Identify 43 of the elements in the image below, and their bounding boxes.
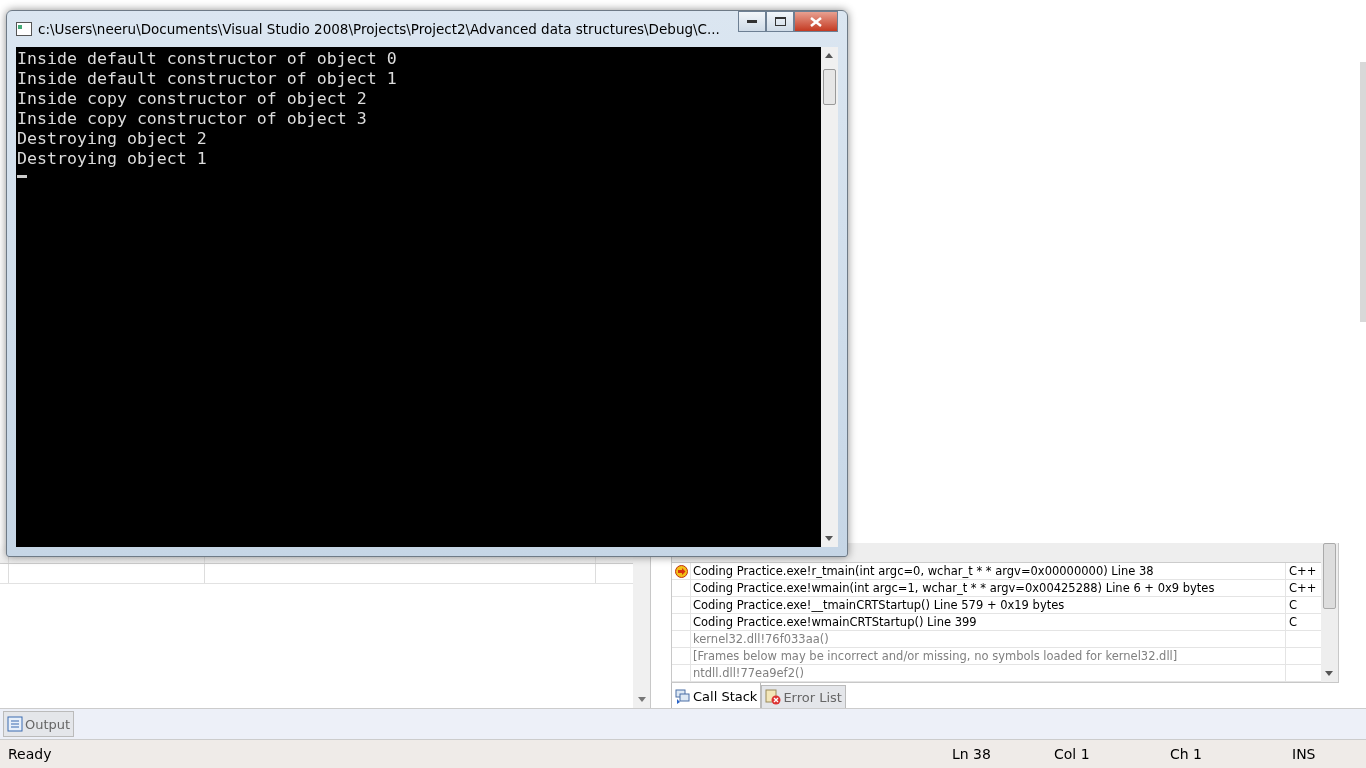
console-line: Inside default constructor of object 0 xyxy=(17,49,398,69)
scroll-down-icon[interactable] xyxy=(1325,671,1333,677)
frame-name[interactable]: Coding Practice.exe!__tmainCRTStartup() Line 579 + 0x19 bytes xyxy=(691,597,1286,614)
frame-name[interactable]: ntdll.dll!77ea9ef2() xyxy=(691,665,1286,682)
language-label: C++ xyxy=(1289,581,1317,596)
minimize-button[interactable] xyxy=(738,11,766,32)
column-indicator: Col 1 xyxy=(1054,746,1091,763)
maximize-button[interactable] xyxy=(766,11,794,32)
output-icon xyxy=(7,716,23,733)
language-label: C xyxy=(1289,598,1298,613)
frame-name[interactable]: Coding Practice.exe!wmainCRTStartup() Line 399 xyxy=(691,614,1286,631)
insert-mode-indicator: INS xyxy=(1292,746,1316,763)
window-title: c:\Users\neeru\Documents\Visual Studio 2008\Projects\Project2\Advanced data structures\Debug\C... xyxy=(38,21,721,37)
language-label: C xyxy=(1289,615,1298,630)
console-line: Destroying object 1 xyxy=(17,149,208,169)
scroll-thumb[interactable] xyxy=(1323,543,1336,610)
frame-name[interactable]: Coding Practice.exe!r_tmain(int argc=0, wchar_t * * argv=0x00000000) Line 38 xyxy=(691,563,1286,580)
error-list-icon xyxy=(765,689,782,706)
console-line: Destroying object 2 xyxy=(17,129,208,149)
char-indicator: Ch 1 xyxy=(1170,746,1203,763)
console-line: Inside default constructor of object 1 xyxy=(17,69,398,89)
close-button[interactable] xyxy=(794,11,838,32)
console-icon xyxy=(16,22,32,36)
maximize-icon xyxy=(774,17,786,26)
frame-name[interactable]: kernel32.dll!76f033aa() xyxy=(691,631,1286,648)
status-message: Ready xyxy=(8,746,53,763)
scroll-thumb[interactable] xyxy=(823,69,836,105)
language-label: C++ xyxy=(1289,564,1317,579)
frame-name[interactable]: [Frames below may be incorrect and/or missing, no symbols loaded for kernel32.dll] xyxy=(691,648,1286,665)
scroll-up-icon[interactable] xyxy=(825,53,833,58)
console-line: Inside copy constructor of object 2 xyxy=(17,89,368,109)
console-line: Inside copy constructor of object 3 xyxy=(17,109,368,129)
scroll-down-icon[interactable] xyxy=(825,536,833,541)
panel-tab[interactable]: Output xyxy=(3,711,75,738)
scroll-down-icon[interactable] xyxy=(637,697,646,703)
panel-tab[interactable]: Error List xyxy=(761,685,846,710)
scrollbar[interactable] xyxy=(1360,62,1366,322)
stack-icon xyxy=(675,688,691,705)
close-icon xyxy=(810,16,822,27)
minimize-icon xyxy=(747,19,757,24)
line-indicator: Ln 38 xyxy=(952,746,992,763)
frame-name[interactable]: Coding Practice.exe!wmain(int argc=1, wchar_t * * argv=0x00425288) Line 6 + 0x9 bytes xyxy=(691,580,1286,597)
panel-tab[interactable]: Call Stack xyxy=(671,683,762,711)
